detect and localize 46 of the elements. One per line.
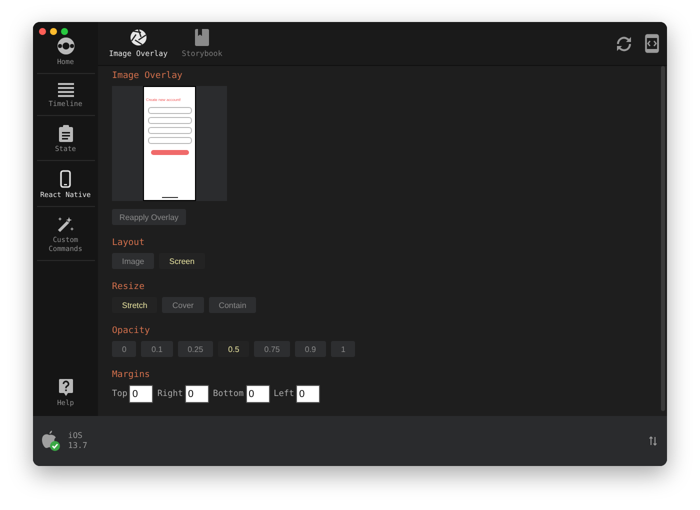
option-button[interactable]: Contain — [208, 297, 256, 313]
margin-input[interactable]: 0 — [184, 385, 209, 403]
book-icon — [195, 29, 210, 46]
screen-field — [148, 137, 192, 144]
option-button[interactable]: 0.9 — [294, 341, 326, 357]
reapply-overlay-button[interactable]: Reapply Overlay — [112, 209, 186, 225]
phone-icon — [60, 170, 71, 188]
minimize-button[interactable] — [50, 28, 57, 35]
section-title: Opacity — [112, 326, 150, 336]
option-button[interactable]: 0 — [112, 341, 136, 357]
section-title: Image Overlay — [112, 71, 182, 81]
close-button[interactable] — [39, 28, 46, 35]
code-device-icon[interactable] — [645, 34, 659, 53]
version-label: 13.7 — [68, 441, 88, 451]
aperture-icon — [130, 29, 147, 46]
section-title: Layout — [112, 238, 145, 248]
gear-icon — [56, 37, 76, 55]
field-label: Right — [157, 389, 183, 399]
sort-arrows-icon[interactable] — [649, 436, 657, 446]
option-button[interactable]: Stretch — [112, 297, 158, 313]
option-button[interactable]: 0.1 — [141, 341, 173, 357]
refresh-icon[interactable] — [615, 36, 633, 52]
screen-field — [148, 127, 192, 134]
margin-input[interactable]: 0 — [129, 385, 154, 403]
option-button[interactable]: Cover — [162, 297, 204, 313]
help-icon — [58, 379, 72, 396]
screen-field — [148, 107, 192, 114]
section-title: Resize — [112, 282, 145, 292]
screen-field — [148, 117, 192, 124]
option-button[interactable]: 0.75 — [254, 341, 290, 357]
zoom-button[interactable] — [61, 28, 68, 35]
platform-label: iOS — [68, 431, 84, 441]
field-label: Top — [112, 389, 128, 399]
magic-wand-icon — [57, 216, 74, 233]
margin-input[interactable]: 0 — [296, 385, 320, 403]
option-button[interactable]: Screen — [159, 253, 205, 269]
option-button[interactable]: 0.25 — [178, 341, 214, 357]
list-icon — [58, 83, 74, 97]
clipboard-icon — [58, 125, 72, 142]
option-button[interactable]: Image — [112, 253, 154, 269]
option-button[interactable]: 0.5 — [218, 341, 250, 357]
margin-input[interactable]: 0 — [246, 385, 270, 403]
option-button[interactable]: 1 — [330, 341, 356, 357]
field-label: Bottom — [212, 389, 244, 399]
field-label: Left — [274, 389, 294, 399]
section-title: Margins — [112, 370, 150, 380]
